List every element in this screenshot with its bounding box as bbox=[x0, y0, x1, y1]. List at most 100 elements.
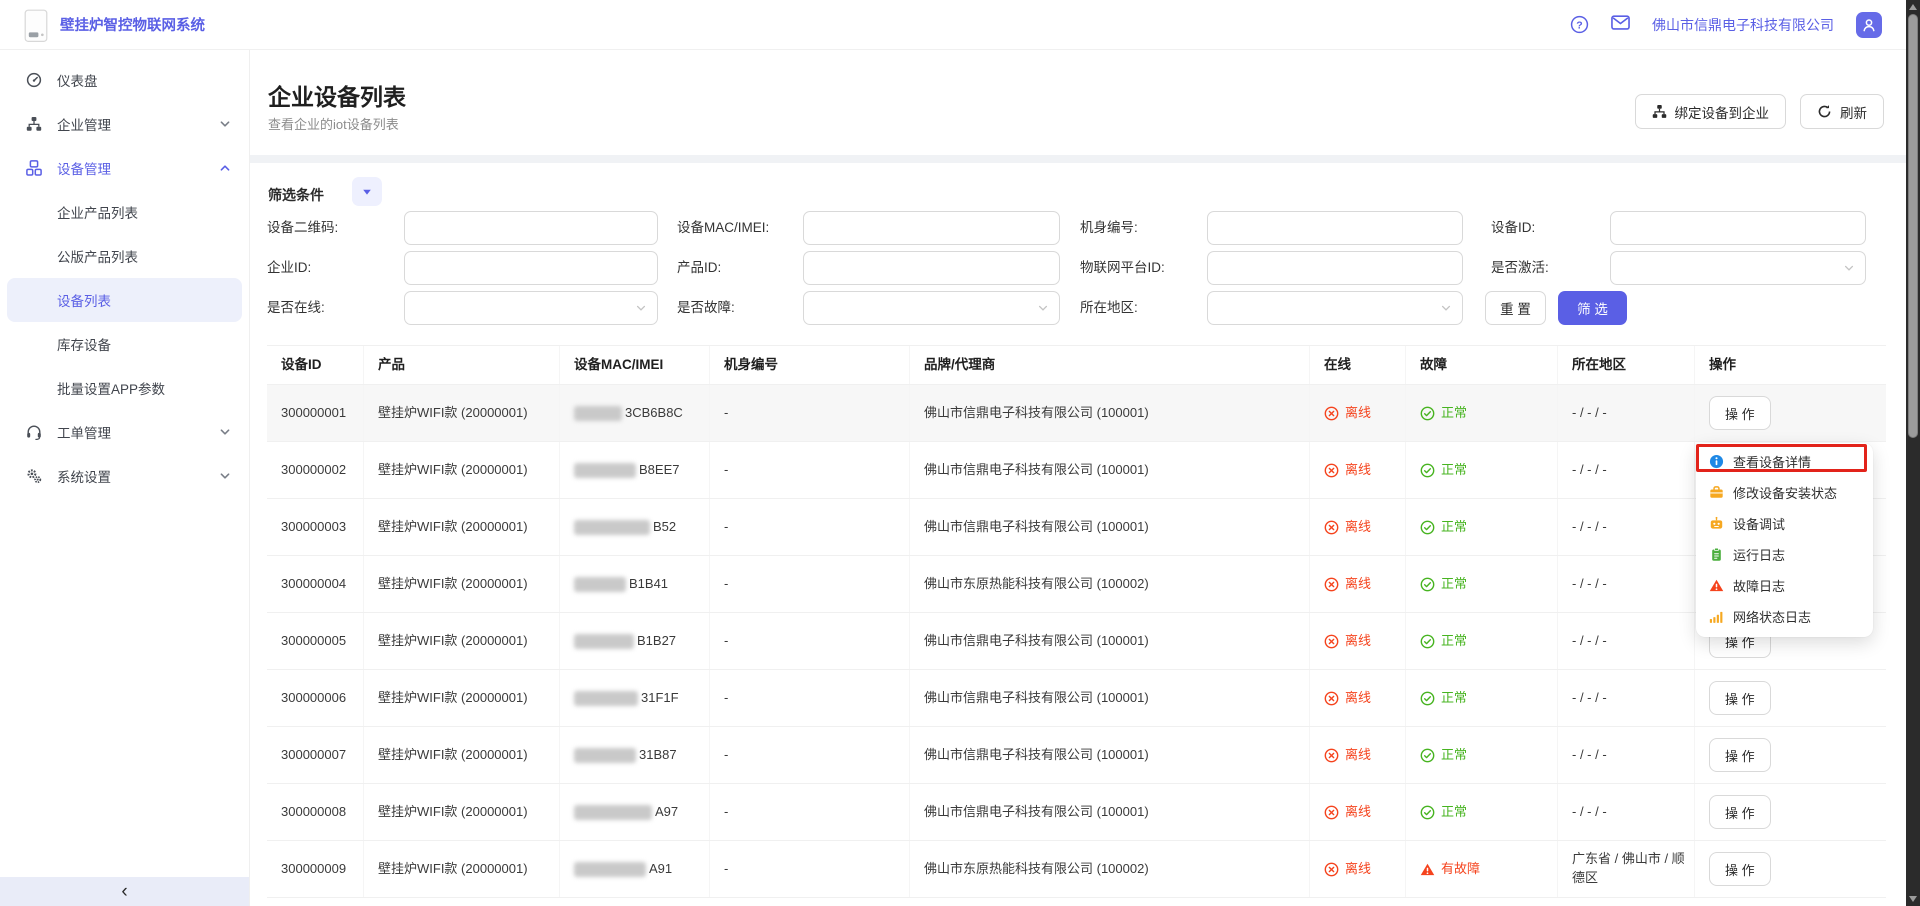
filter-select-fault[interactable] bbox=[803, 291, 1060, 325]
cell-fault: 正常 bbox=[1406, 499, 1558, 555]
cell-product: 壁挂炉WIFI款 (20000001) bbox=[364, 613, 560, 669]
mac-suffix: B1B41 bbox=[629, 575, 668, 594]
row-action-menu: 查看设备详情修改设备安装状态设备调试运行日志故障日志网络状态日志 bbox=[1696, 443, 1873, 637]
redacted-mac-mask bbox=[574, 748, 636, 763]
cell-actions: 操 作 bbox=[1695, 727, 1886, 783]
select-arrow-icon bbox=[635, 302, 647, 314]
cell-region: 广东省 / 佛山市 / 顺德区 bbox=[1558, 841, 1695, 897]
filter-label-body-serial: 机身编号: bbox=[1080, 211, 1138, 245]
scroll-up-arrow[interactable] bbox=[1909, 4, 1917, 10]
normal-icon bbox=[1420, 634, 1435, 649]
device-list-card: 筛选条件 设备二维码:设备MAC/IMEI:机身编号:设备ID:企业ID:产品I… bbox=[250, 163, 1906, 906]
filter-select-region[interactable] bbox=[1207, 291, 1463, 325]
filter-input-body-serial[interactable] bbox=[1207, 211, 1463, 245]
row-action-button[interactable]: 操 作 bbox=[1709, 795, 1771, 829]
content: 企业设备列表 查看企业的iot设备列表 绑定设备到企业 刷新 筛选条件 设备二维… bbox=[250, 50, 1906, 906]
offline-icon bbox=[1324, 634, 1339, 649]
scroll-down-arrow[interactable] bbox=[1909, 896, 1917, 902]
sidebar-item-8[interactable]: 工单管理 bbox=[0, 410, 249, 454]
row-action-button[interactable]: 操 作 bbox=[1709, 738, 1771, 772]
filter-collapse-button[interactable] bbox=[352, 177, 382, 206]
menu-item-2[interactable]: 设备调试 bbox=[1696, 508, 1873, 539]
redacted-mac-mask bbox=[574, 406, 622, 421]
filter-submit-button[interactable]: 筛 选 bbox=[1558, 291, 1627, 325]
menu-item-label: 查看设备详情 bbox=[1733, 452, 1811, 471]
filter-input-device-qrcode[interactable] bbox=[404, 211, 658, 245]
cell-online: 离线 bbox=[1310, 385, 1406, 441]
row-action-button[interactable]: 操 作 bbox=[1709, 681, 1771, 715]
offline-icon bbox=[1324, 520, 1339, 535]
status-badge: 离线 bbox=[1324, 689, 1371, 708]
cell-region: - / - / - bbox=[1558, 727, 1695, 783]
cell-mac: B1B27 bbox=[560, 613, 710, 669]
vertical-scrollbar[interactable] bbox=[1906, 0, 1920, 906]
sidebar-item-sub-4[interactable]: 公版产品列表 bbox=[0, 234, 249, 278]
menu-item-0[interactable]: 查看设备详情 bbox=[1696, 446, 1873, 477]
redacted-mac-mask bbox=[574, 520, 650, 535]
cell-online: 离线 bbox=[1310, 442, 1406, 498]
filter-input-company-id[interactable] bbox=[404, 251, 658, 285]
cell-serial: - bbox=[710, 613, 910, 669]
status-label: 离线 bbox=[1345, 746, 1371, 765]
headset-icon bbox=[26, 424, 42, 440]
sidebar-item-sub-5[interactable]: 设备列表 bbox=[7, 278, 242, 322]
filter-input-device-mac[interactable] bbox=[803, 211, 1060, 245]
menu-item-3[interactable]: 运行日志 bbox=[1696, 539, 1873, 570]
filter-select-activated[interactable] bbox=[1610, 251, 1866, 285]
row-action-button[interactable]: 操 作 bbox=[1709, 396, 1771, 430]
mail-icon[interactable] bbox=[1611, 15, 1630, 34]
cell-serial: - bbox=[710, 385, 910, 441]
faultlog-icon bbox=[1709, 578, 1724, 593]
offline-icon bbox=[1324, 406, 1339, 421]
sidebar-item-1[interactable]: 企业管理 bbox=[0, 102, 249, 146]
menu-item-5[interactable]: 网络状态日志 bbox=[1696, 601, 1873, 632]
menu-item-1[interactable]: 修改设备安装状态 bbox=[1696, 477, 1873, 508]
offline-icon bbox=[1324, 463, 1339, 478]
cell-mac: 31F1F bbox=[560, 670, 710, 726]
table-row-300000002: 300000002壁挂炉WIFI款 (20000001)B8EE7-佛山市信鼎电… bbox=[267, 442, 1886, 499]
filter-input-product-id[interactable] bbox=[803, 251, 1060, 285]
help-icon[interactable]: ? bbox=[1570, 15, 1589, 34]
status-badge: 有故障 bbox=[1420, 860, 1480, 879]
cell-product: 壁挂炉WIFI款 (20000001) bbox=[364, 556, 560, 612]
sidebar-item-0[interactable]: 仪表盘 bbox=[0, 58, 249, 102]
select-arrow-icon bbox=[1037, 302, 1049, 314]
cell-serial: - bbox=[710, 499, 910, 555]
normal-icon bbox=[1420, 805, 1435, 820]
cell-region: - / - / - bbox=[1558, 499, 1695, 555]
row-action-button[interactable]: 操 作 bbox=[1709, 852, 1771, 886]
bind-device-button[interactable]: 绑定设备到企业 bbox=[1635, 94, 1787, 129]
filter-input-iot-platform-id[interactable] bbox=[1207, 251, 1463, 285]
cell-serial: - bbox=[710, 841, 910, 897]
sidebar-item-sub-6[interactable]: 库存设备 bbox=[0, 322, 249, 366]
sidebar-collapse-button[interactable]: ‹ bbox=[0, 877, 249, 906]
sidebar-item-sub-7[interactable]: 批量设置APP参数 bbox=[0, 366, 249, 410]
sidebar-item-sub-3[interactable]: 企业产品列表 bbox=[0, 190, 249, 234]
sidebar-item-9[interactable]: 系统设置 bbox=[0, 454, 249, 498]
filter-label-product-id: 产品ID: bbox=[677, 251, 721, 285]
filter-input-device-id[interactable] bbox=[1610, 211, 1866, 245]
avatar[interactable] bbox=[1856, 12, 1882, 38]
reset-button[interactable]: 重 置 bbox=[1485, 291, 1546, 325]
menu-item-4[interactable]: 故障日志 bbox=[1696, 570, 1873, 601]
scrollbar-thumb[interactable] bbox=[1908, 14, 1918, 438]
status-label: 离线 bbox=[1345, 632, 1371, 651]
cell-fault: 正常 bbox=[1406, 556, 1558, 612]
page-subtitle: 查看企业的iot设备列表 bbox=[268, 114, 399, 133]
cell-region: - / - / - bbox=[1558, 556, 1695, 612]
sidebar-item-2[interactable]: 设备管理 bbox=[0, 146, 249, 190]
chevron-down-icon bbox=[219, 426, 231, 438]
filter-select-online[interactable] bbox=[404, 291, 658, 325]
cell-online: 离线 bbox=[1310, 613, 1406, 669]
boiler-logo-icon bbox=[24, 9, 48, 41]
cell-brand: 佛山市信鼎电子科技有限公司 (100001) bbox=[910, 442, 1310, 498]
cell-region: - / - / - bbox=[1558, 613, 1695, 669]
company-name[interactable]: 佛山市信鼎电子科技有限公司 bbox=[1652, 15, 1834, 35]
redacted-mac-mask bbox=[574, 463, 636, 478]
cell-serial: - bbox=[710, 670, 910, 726]
refresh-button[interactable]: 刷新 bbox=[1800, 94, 1884, 129]
status-label: 离线 bbox=[1345, 404, 1371, 423]
offline-icon bbox=[1324, 748, 1339, 763]
column-header-3: 机身编号 bbox=[710, 346, 910, 384]
redacted-mac-mask bbox=[574, 805, 652, 820]
